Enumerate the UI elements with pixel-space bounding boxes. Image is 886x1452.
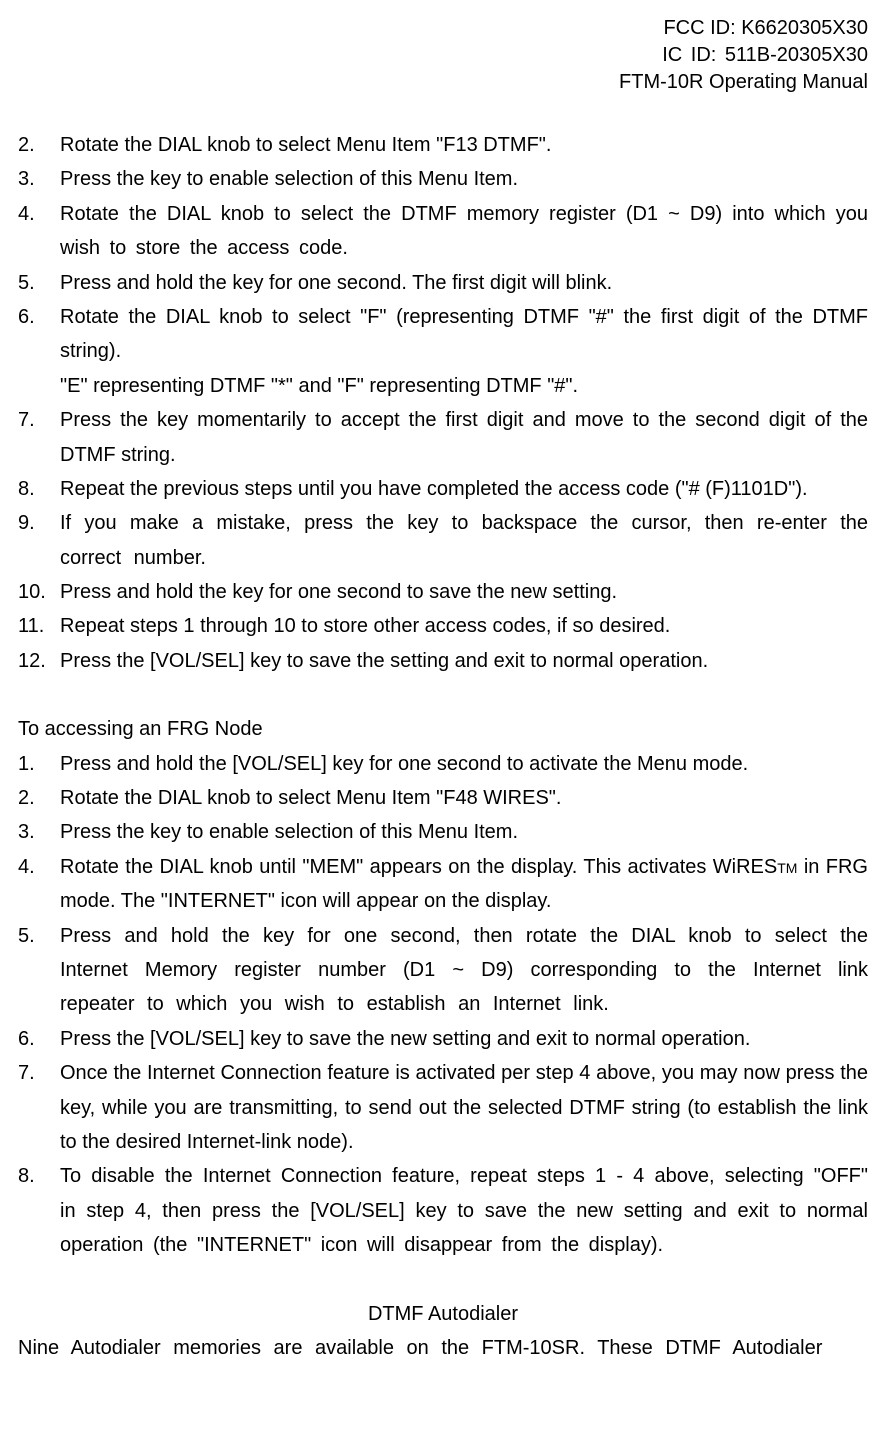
step-a6: 6. Rotate the DIAL knob to select "F" (re… (18, 300, 868, 403)
step-number: 10. (18, 575, 46, 609)
step-text: Press and hold the key for one second, t… (60, 925, 868, 1016)
step-text: Press the [VOL/SEL] key to save the sett… (60, 650, 708, 672)
step-text: Press and hold the key for one second to… (60, 581, 617, 603)
step-text: Press the [VOL/SEL] key to save the new … (60, 1028, 750, 1050)
step-number: 5. (18, 919, 35, 953)
step-a7: 7. Press the key momentarily to accept th… (18, 403, 868, 472)
step-number: 11. (18, 609, 44, 643)
step-a5: 5. Press and hold the key for one second.… (18, 266, 868, 300)
step-number: 4. (18, 197, 35, 231)
step-text: Rotate the DIAL knob to select the DTMF … (60, 203, 868, 259)
step-number: 5. (18, 266, 35, 300)
dtmf-paragraph: Nine Autodialer memories are available o… (18, 1331, 868, 1365)
fcc-id: FCC ID: K6620305X30 (18, 15, 868, 42)
step-b6: 6. Press the [VOL/SEL] key to save the ne… (18, 1022, 868, 1056)
page-header: FCC ID: K6620305X30 IC ID: 511B-20305X30… (18, 15, 868, 96)
step-number: 7. (18, 1056, 35, 1090)
step-number: 8. (18, 1159, 35, 1193)
section-heading-frg: To accessing an FRG Node (18, 712, 868, 746)
step-a10: 10. Press and hold the key for one second… (18, 575, 868, 609)
step-text: To disable the Internet Connection featu… (60, 1165, 868, 1256)
steps-list-a: 2. Rotate the DIAL knob to select Menu It… (18, 128, 868, 678)
step-text: Rotate the DIAL knob to select Menu Item… (60, 787, 561, 809)
step-number: 2. (18, 128, 35, 162)
step-text: Press the key to enable selection of thi… (60, 168, 518, 190)
step-text: Repeat steps 1 through 10 to store other… (60, 615, 670, 637)
step-number: 4. (18, 850, 35, 884)
step-b4: 4. Rotate the DIAL knob until "MEM" appea… (18, 850, 868, 919)
section-heading-dtmf: DTMF Autodialer (18, 1297, 868, 1331)
step-number: 1. (18, 747, 35, 781)
step-number: 2. (18, 781, 35, 815)
step-a9: 9. If you make a mistake, press the key t… (18, 506, 868, 575)
step-b1: 1. Press and hold the [VOL/SEL] key for o… (18, 747, 868, 781)
step-text: Press the key to enable selection of thi… (60, 821, 518, 843)
step-a8: 8. Repeat the previous steps until you ha… (18, 472, 868, 506)
step-text: Press the key momentarily to accept the … (60, 409, 868, 465)
trademark-tm: TM (777, 860, 797, 876)
step-a11: 11. Repeat steps 1 through 10 to store ot… (18, 609, 868, 643)
step-number: 12. (18, 644, 46, 678)
step-b2: 2. Rotate the DIAL knob to select Menu It… (18, 781, 868, 815)
step-b5: 5. Press and hold the key for one second,… (18, 919, 868, 1022)
step-text: Rotate the DIAL knob to select "F" (repr… (60, 306, 868, 362)
step-number: 9. (18, 506, 35, 540)
step-number: 6. (18, 300, 35, 334)
step-b3: 3. Press the key to enable selection of t… (18, 815, 868, 849)
steps-list-b: 1. Press and hold the [VOL/SEL] key for o… (18, 747, 868, 1263)
model-line: FTM-10R Operating Manual (18, 69, 868, 96)
step-text: Rotate the DIAL knob to select Menu Item… (60, 134, 551, 156)
step-b8: 8. To disable the Internet Connection fea… (18, 1159, 868, 1262)
step-text: Once the Internet Connection feature is … (60, 1062, 868, 1153)
step-number: 3. (18, 815, 35, 849)
step-number: 3. (18, 162, 35, 196)
step-text: Press and hold the [VOL/SEL] key for one… (60, 753, 748, 775)
ic-id: IC ID: 511B-20305X30 (18, 42, 868, 69)
step-text: Press and hold the key for one second. T… (60, 272, 612, 294)
step-a2: 2. Rotate the DIAL knob to select Menu It… (18, 128, 868, 162)
step-subtext: "E" representing DTMF "*" and "F" repres… (60, 369, 868, 403)
step-number: 7. (18, 403, 35, 437)
step-number: 6. (18, 1022, 35, 1056)
step-a3: 3. Press the key to enable selection of t… (18, 162, 868, 196)
step-text: If you make a mistake, press the key to … (60, 512, 868, 568)
step-number: 8. (18, 472, 35, 506)
step-a12: 12. Press the [VOL/SEL] key to save the s… (18, 644, 868, 678)
step-text: Repeat the previous steps until you have… (60, 478, 808, 500)
step-b7: 7. Once the Internet Connection feature i… (18, 1056, 868, 1159)
step-text-pre: Rotate the DIAL knob until "MEM" appears… (60, 856, 777, 878)
step-a4: 4. Rotate the DIAL knob to select the DTM… (18, 197, 868, 266)
